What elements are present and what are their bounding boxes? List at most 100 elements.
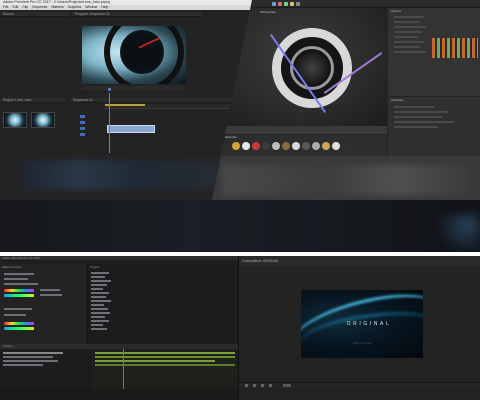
project-item[interactable] [91, 292, 109, 294]
material-swatch[interactable] [282, 142, 290, 150]
object-row[interactable] [394, 36, 418, 38]
effect-param[interactable] [4, 283, 38, 285]
spectrum-gradient[interactable] [4, 289, 34, 292]
grid-icon[interactable] [253, 384, 256, 387]
object-row[interactable] [394, 26, 426, 28]
project-panel-tab[interactable]: Project: Lens_Intro [0, 98, 65, 103]
work-area-bar[interactable] [105, 104, 145, 106]
project-item[interactable] [91, 316, 105, 318]
attribute-row[interactable] [394, 126, 438, 128]
layer-row[interactable] [3, 364, 43, 366]
project-thumbnail-2[interactable] [31, 112, 55, 128]
ae-effect-controls-panel[interactable]: Effect Controls [0, 264, 88, 344]
project-item[interactable] [91, 324, 103, 326]
ae-track-area[interactable] [93, 349, 238, 389]
resolution-dropdown[interactable] [283, 384, 291, 387]
material-swatch[interactable] [262, 142, 270, 150]
ae-playhead[interactable] [123, 349, 124, 389]
ae-project-panel[interactable]: Project [88, 264, 238, 344]
ae-layer-list[interactable] [0, 349, 92, 389]
object-row[interactable] [394, 21, 420, 23]
track-v2-toggle[interactable] [80, 121, 85, 124]
material-swatch[interactable] [292, 142, 300, 150]
c4d-attribute-manager[interactable]: Attributes [387, 96, 480, 156]
playhead-marker-icon[interactable] [108, 88, 111, 91]
track-v1-toggle[interactable] [80, 115, 85, 118]
material-swatch[interactable] [342, 142, 350, 150]
render-icon[interactable] [290, 2, 294, 6]
menu-file[interactable]: File [3, 5, 8, 10]
timeline-clip[interactable] [107, 125, 155, 133]
menu-clip[interactable]: Clip [22, 5, 28, 10]
object-row[interactable] [394, 51, 426, 53]
project-item[interactable] [91, 280, 111, 282]
material-swatch[interactable] [252, 142, 260, 150]
effect-param[interactable] [40, 294, 62, 296]
object-row[interactable] [394, 16, 424, 18]
project-item[interactable] [91, 276, 105, 278]
spectrum-gradient[interactable] [4, 322, 34, 325]
project-item[interactable] [91, 320, 109, 322]
timeline-playhead[interactable] [109, 93, 110, 153]
scale-tool-icon[interactable] [278, 2, 282, 6]
object-row[interactable] [394, 41, 424, 43]
zoom-dropdown-icon[interactable] [245, 384, 248, 387]
program-monitor-video[interactable] [82, 26, 186, 84]
move-tool-icon[interactable] [272, 2, 276, 6]
menu-window[interactable]: Window [85, 5, 97, 10]
c4d-material-manager[interactable]: Materials [222, 134, 387, 156]
menu-sequence[interactable]: Sequence [32, 5, 47, 10]
project-item[interactable] [91, 296, 106, 298]
material-swatch[interactable] [272, 142, 280, 150]
layer-bar[interactable] [95, 364, 235, 366]
c4d-object-manager[interactable]: Objects [387, 8, 480, 96]
material-swatch[interactable] [332, 142, 340, 150]
layer-row[interactable] [3, 352, 63, 354]
project-item[interactable] [91, 304, 104, 306]
project-item[interactable] [91, 272, 109, 274]
layer-bar[interactable] [95, 356, 235, 358]
composition-tab[interactable]: Composition: ORIGINAL [239, 256, 480, 266]
track-a2-toggle[interactable] [80, 133, 85, 136]
project-item[interactable] [91, 308, 108, 310]
menu-graphics[interactable]: Graphics [68, 5, 82, 10]
timeline-panel-tab[interactable]: Sequence 01 [70, 98, 235, 103]
layer-row[interactable] [3, 356, 53, 358]
attribute-row[interactable] [394, 116, 442, 118]
material-swatch[interactable] [302, 142, 310, 150]
material-swatch[interactable] [242, 142, 250, 150]
layer-bar[interactable] [95, 360, 215, 362]
menu-markers[interactable]: Markers [51, 5, 63, 10]
effect-param[interactable] [4, 278, 28, 280]
program-panel-tab[interactable]: Program: Sequence 01 [72, 12, 202, 17]
attribute-row[interactable] [394, 121, 454, 123]
object-tags[interactable] [432, 38, 478, 58]
object-row[interactable] [394, 31, 422, 33]
attribute-row[interactable] [394, 111, 449, 113]
project-item[interactable] [91, 288, 103, 290]
source-panel-tab[interactable]: Source [0, 12, 70, 17]
rotate-tool-icon[interactable] [284, 2, 288, 6]
material-swatch[interactable] [312, 142, 320, 150]
project-thumbnail-1[interactable] [3, 112, 27, 128]
effect-param[interactable] [40, 289, 60, 291]
object-row[interactable] [394, 46, 420, 48]
project-item[interactable] [91, 300, 111, 302]
menu-help[interactable]: Help [101, 5, 108, 10]
color-ramp[interactable] [4, 294, 34, 297]
attribute-row[interactable] [394, 106, 434, 108]
color-ramp[interactable] [4, 327, 34, 330]
menu-edit[interactable]: Edit [12, 5, 18, 10]
material-swatch[interactable] [322, 142, 330, 150]
track-a1-toggle[interactable] [80, 127, 85, 130]
project-item[interactable] [91, 328, 107, 330]
project-item[interactable] [91, 312, 110, 314]
layer-bar[interactable] [95, 352, 235, 354]
material-swatch[interactable] [232, 142, 240, 150]
layer-row[interactable] [3, 360, 58, 362]
composition-preview[interactable]: ORIGINAL ORIGINAL [301, 290, 423, 358]
snapshot-icon[interactable] [261, 384, 264, 387]
channel-icon[interactable] [269, 384, 272, 387]
project-item[interactable] [91, 284, 107, 286]
effect-param[interactable] [4, 314, 26, 316]
